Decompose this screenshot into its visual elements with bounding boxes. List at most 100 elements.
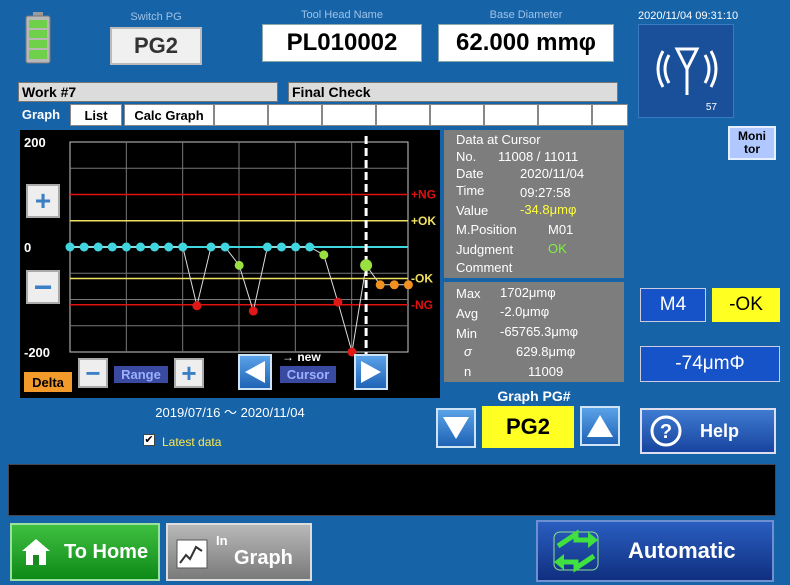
cursor-date-value: 2020/11/04 [520,166,585,181]
data-point [220,242,230,252]
data-point [206,242,216,252]
y-tick-label: -200 [24,345,50,360]
tab-empty-2[interactable] [268,104,322,126]
switch-pg-label: Switch PG [130,11,182,23]
stats-n-value: 11009 [528,364,564,379]
to-home-label: To Home [64,540,149,563]
graph-pg-up-button[interactable] [580,406,620,446]
automatic-button[interactable]: Automatic [536,520,774,582]
tab-empty-3[interactable] [322,104,376,126]
message-bar [8,464,776,516]
stats-sigma-label: σ [464,344,472,359]
cursor-date-label: Date [456,166,484,181]
graph-in-label: In [216,533,228,548]
switch-pg-button[interactable]: PG2 [110,27,202,65]
home-icon [22,539,50,565]
stats-avg-value: -2.0μmφ [500,304,550,319]
stats-max-label: Max [456,286,481,301]
measured-value: -74μmΦ [640,346,780,382]
tab-empty-8[interactable] [592,104,628,126]
to-home-button[interactable]: To Home [10,523,160,581]
chart-panel: +NG +OK -OK -NG 200 0 -200 + − Delta − Range +… [20,130,440,398]
plus-ng-label: +NG [411,188,436,202]
data-point [360,259,373,272]
new-label: → new [282,350,321,364]
y-tick-label: 0 [24,240,31,255]
data-point [178,242,188,252]
cursor-mpos-label: M.Position [456,222,517,237]
data-point [277,242,286,252]
cursor-info-panel: Data at Cursor No. 11008 / 11011 Date 20… [444,130,624,278]
cursor-mpos-value: M01 [548,222,574,237]
cycle-arrows-icon [553,529,599,573]
stats-panel: Max 1702μmφ Avg -2.0μmφ Min -65765.3μmφ … [444,282,624,382]
step-title: Final Check [288,82,618,102]
stats-n-label: n [464,364,472,379]
help-button[interactable]: ? Help [640,408,776,454]
tool-head-value: PL010002 [262,24,422,62]
latest-data-checkbox[interactable]: ✔ [143,434,155,446]
stats-avg-label: Avg [456,306,479,321]
stats-min-label: Min [456,326,477,341]
data-point [164,242,174,252]
data-point [319,250,329,260]
stats-sigma-value: 629.8μmφ [516,344,576,359]
cursor-no-value: 11008 / 11011 [498,149,579,164]
delta-button[interactable]: Delta [24,372,72,392]
minus-ok-label: -OK [411,272,433,286]
data-point [333,297,343,307]
judgment-badge: -OK [712,288,780,322]
data-point [234,260,244,270]
tab-empty-6[interactable] [484,104,538,126]
svg-text:?: ? [660,421,672,443]
graph-pg-down-button[interactable] [436,408,476,448]
battery-icon [24,12,52,64]
triangle-down-icon [443,417,469,439]
zoom-out-button[interactable]: − [26,270,60,304]
data-point [375,280,385,290]
data-point [65,242,75,252]
triangle-left-icon [245,361,265,383]
cursor-left-button[interactable] [238,354,272,390]
position-label: M4 [640,288,706,322]
line-graph-icon [176,539,208,569]
data-point [192,301,202,311]
cursor-comment-label: Comment [456,260,513,275]
triangle-up-icon [587,415,613,437]
tab-calc-graph[interactable]: Calc Graph [124,104,214,126]
tab-graph[interactable]: Graph [14,102,68,126]
tab-list[interactable]: List [70,104,122,126]
data-point [107,242,117,252]
zoom-in-button[interactable]: + [26,184,60,218]
signal-panel: 57 [638,24,734,118]
range-minus-button[interactable]: − [78,358,108,388]
data-point [121,242,131,252]
cursor-no-label: No. [456,149,477,164]
tab-empty-1[interactable] [214,104,268,126]
cursor-label: Cursor [280,366,336,383]
help-label: Help [700,420,740,441]
graph-button[interactable]: In Graph [166,523,312,581]
automatic-label: Automatic [628,538,736,563]
tab-empty-4[interactable] [376,104,430,126]
data-point [389,280,399,290]
graph-pg-value: PG2 [482,406,574,448]
cursor-info-title: Data at Cursor [456,132,541,147]
tab-empty-7[interactable] [538,104,592,126]
graph-pg-label: Graph PG# [497,388,571,404]
base-diameter-value: 62.000 mmφ [438,24,614,62]
data-point [150,242,160,252]
range-plus-button[interactable]: + [174,358,204,388]
data-point [305,242,315,252]
cursor-right-button[interactable] [354,354,388,390]
stats-max-value: 1702μmφ [500,285,556,300]
cursor-judgment-value: OK [548,241,567,256]
date-range: 2019/07/16 ～ 2020/11/04 [155,405,305,420]
datetime: 2020/11/04 09:31:10 [638,10,739,22]
cursor-value-value: -34.8μmφ [520,202,577,217]
tab-empty-5[interactable] [430,104,484,126]
range-label: Range [114,366,168,383]
cursor-time-label: Time [456,183,485,198]
monitor-button[interactable]: Moni tor [728,126,776,160]
data-point [262,242,272,252]
